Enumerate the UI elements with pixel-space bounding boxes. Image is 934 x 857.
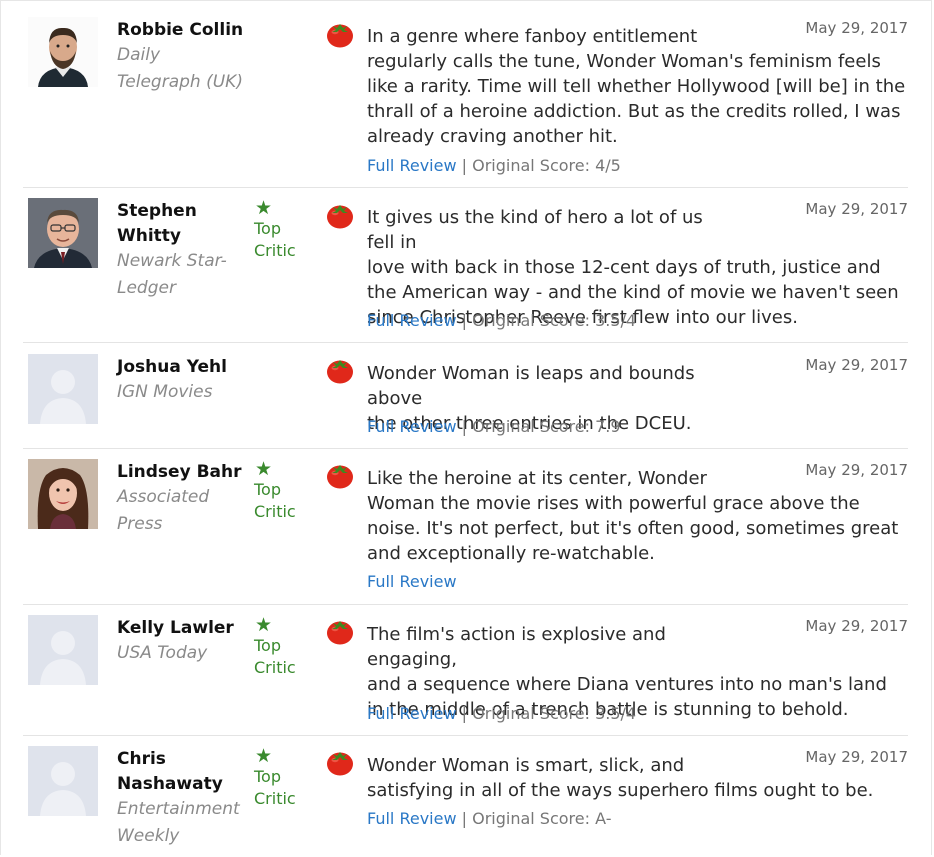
critic-publication[interactable]: Newark Star-Ledger: [117, 248, 247, 302]
separator: |: [461, 704, 473, 723]
critic-name[interactable]: Lindsey Bahr: [117, 460, 245, 485]
review-row: Robbie Collin Daily Telegraph (UK) May 2…: [23, 7, 908, 188]
top-critic-badge: ★ Top Critic: [254, 746, 314, 810]
critic-name[interactable]: Chris Nashawaty: [117, 747, 245, 797]
fresh-tomato-icon: [327, 752, 353, 776]
review-row: Stephen Whitty Newark Star-Ledger ★ Top …: [23, 188, 908, 343]
top-critic-badge: ★ Top Critic: [254, 615, 314, 679]
critic-publication[interactable]: Associated Press: [117, 484, 247, 538]
separator: |: [461, 311, 473, 330]
quote-text: satisfying in all of the ways superhero …: [367, 780, 874, 801]
star-icon: ★: [255, 197, 273, 219]
review-meta: Full Review | Original Score: 3.5/4: [367, 703, 636, 725]
full-review-link[interactable]: Full Review: [367, 417, 457, 436]
quote-first-line: Wonder Woman is leaps and bounds above: [367, 363, 695, 409]
fresh-tomato-icon: [327, 621, 353, 645]
critic-name[interactable]: Stephen Whitty: [117, 199, 245, 249]
fresh-tomato-icon: [327, 205, 353, 229]
fresh-tomato-icon: [327, 465, 353, 489]
quote-text: Woman the movie rises with powerful grac…: [367, 493, 899, 564]
critic-avatar[interactable]: [28, 198, 98, 268]
review-row: Joshua Yehl IGN Movies May 29, 2017 Wond…: [23, 343, 908, 449]
critic-avatar-placeholder[interactable]: [28, 746, 98, 816]
review-quote: Like the heroine at its center, Wonder W…: [367, 466, 908, 566]
critic-publication[interactable]: USA Today: [117, 640, 247, 667]
review-row: Kelly Lawler USA Today ★ Top Critic May …: [23, 605, 908, 736]
reviews-panel: Robbie Collin Daily Telegraph (UK) May 2…: [0, 0, 932, 855]
top-critic-badge: ★ Top Critic: [254, 459, 314, 523]
critic-name[interactable]: Joshua Yehl: [117, 355, 245, 380]
quote-first-line: Like the heroine at its center, Wonder: [367, 468, 707, 489]
star-icon: ★: [255, 745, 273, 767]
star-icon: ★: [255, 614, 273, 636]
fresh-tomato-icon: [327, 24, 353, 48]
critic-publication[interactable]: IGN Movies: [117, 379, 247, 406]
critic-name[interactable]: Robbie Collin: [117, 18, 245, 43]
full-review-link[interactable]: Full Review: [367, 809, 457, 828]
review-meta: Full Review | Original Score: 3.5/4: [367, 310, 636, 332]
full-review-link[interactable]: Full Review: [367, 704, 457, 723]
quote-text: regularly calls the tune, Wonder Woman's…: [367, 51, 906, 147]
original-score: Original Score: A-: [472, 809, 612, 828]
full-review-link[interactable]: Full Review: [367, 572, 457, 591]
original-score: Original Score: 7.9: [472, 417, 621, 436]
fresh-tomato-icon: [327, 360, 353, 384]
separator: |: [461, 156, 473, 175]
top-critic-label: Top Critic: [254, 219, 296, 260]
top-critic-badge: ★ Top Critic: [254, 198, 314, 262]
quote-first-line: The film's action is explosive and engag…: [367, 624, 666, 670]
quote-first-line: Wonder Woman is smart, slick, and: [367, 755, 685, 776]
critic-avatar[interactable]: [28, 459, 98, 529]
top-critic-label: Top Critic: [254, 480, 296, 521]
critic-avatar-placeholder[interactable]: [28, 354, 98, 424]
separator: |: [461, 417, 473, 436]
review-meta: Full Review | Original Score: A-: [367, 808, 611, 830]
review-row: Lindsey Bahr Associated Press ★ Top Crit…: [23, 449, 908, 605]
critic-publication[interactable]: Entertainment Weekly: [117, 796, 247, 850]
full-review-link[interactable]: Full Review: [367, 311, 457, 330]
critic-avatar-placeholder[interactable]: [28, 615, 98, 685]
quote-first-line: In a genre where fanboy entitlement: [367, 26, 698, 47]
review-meta: Full Review: [367, 571, 457, 593]
top-critic-label: Top Critic: [254, 767, 296, 808]
review-meta: Full Review | Original Score: 7.9: [367, 416, 621, 438]
review-quote: Wonder Woman is smart, slick, and satisf…: [367, 753, 908, 803]
quote-first-line: It gives us the kind of hero a lot of us…: [367, 207, 703, 253]
full-review-link[interactable]: Full Review: [367, 156, 457, 175]
original-score: Original Score: 3.5/4: [472, 311, 637, 330]
critic-name[interactable]: Kelly Lawler: [117, 616, 245, 641]
original-score: Original Score: 4/5: [472, 156, 621, 175]
star-icon: ★: [255, 458, 273, 480]
separator: |: [461, 809, 473, 828]
review-meta: Full Review | Original Score: 4/5: [367, 155, 621, 177]
critic-publication[interactable]: Daily Telegraph (UK): [117, 42, 247, 96]
top-critic-label: Top Critic: [254, 636, 296, 677]
original-score: Original Score: 3.5/4: [472, 704, 637, 723]
critic-avatar[interactable]: [28, 17, 98, 87]
review-row: Chris Nashawaty Entertainment Weekly ★ T…: [23, 736, 908, 856]
review-quote: In a genre where fanboy entitlement regu…: [367, 24, 908, 149]
